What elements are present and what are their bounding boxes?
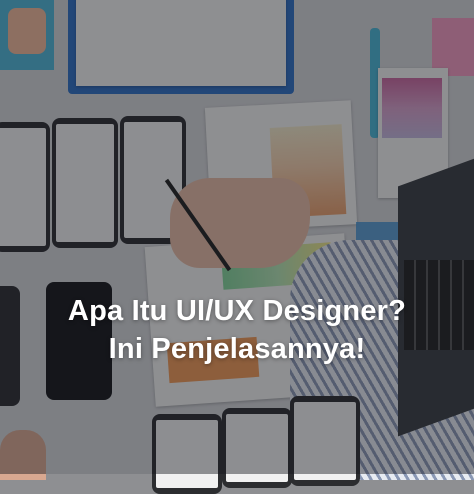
headline: Apa Itu UI/UX Designer? Ini Penjelasanny… — [0, 292, 474, 368]
headline-line-2: Ini Penjelasannya! — [108, 333, 366, 365]
dark-overlay — [0, 0, 474, 474]
headline-line-1: Apa Itu UI/UX Designer? — [67, 295, 407, 327]
